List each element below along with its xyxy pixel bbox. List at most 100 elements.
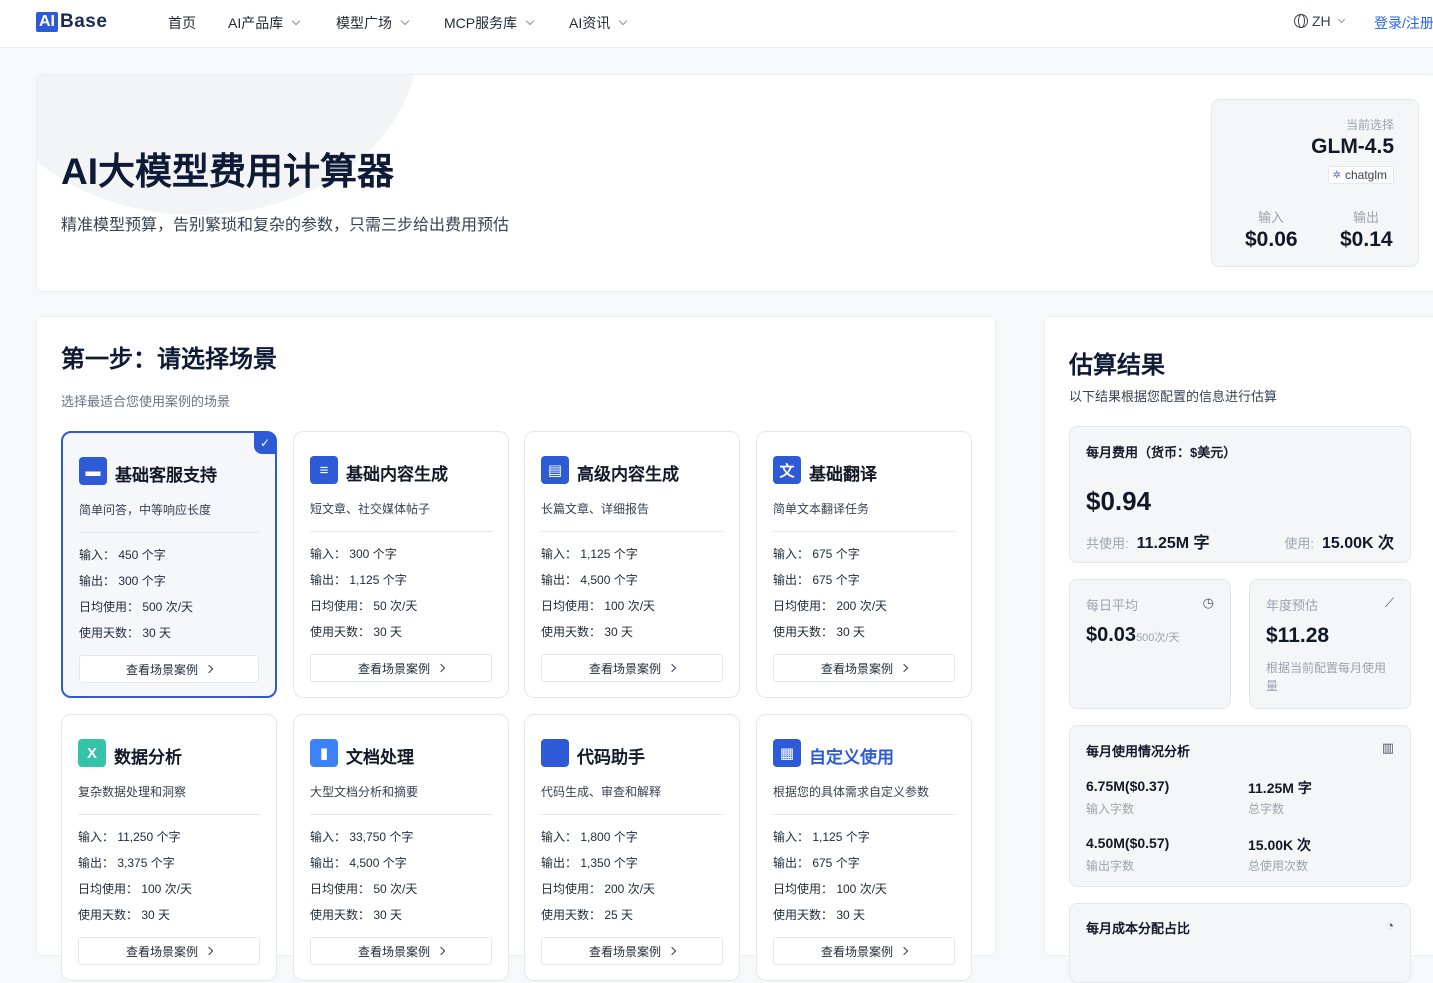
chevron-down-icon	[400, 16, 410, 26]
language-selector[interactable]: ZH	[1294, 13, 1345, 29]
scenario-days: 使用天数： 30 天	[78, 908, 171, 922]
scenario-title: 数据分析	[114, 748, 182, 767]
globe-icon	[1294, 14, 1308, 28]
output-price: $0.14	[1340, 228, 1393, 251]
chevron-right-icon	[436, 946, 446, 956]
scenario-input: 输入： 1,800 个字	[541, 830, 638, 844]
yearly-estimate-value: $11.28	[1266, 624, 1330, 647]
nav-label: 首页	[168, 15, 196, 31]
scenario-days: 使用天数： 25 天	[541, 908, 634, 922]
nav-item-ai-products[interactable]: AI产品库	[228, 13, 301, 33]
scenario-daily-usage: 日均使用： 500 次/天	[79, 600, 194, 614]
page-subtitle: 精准模型预算，告别繁琐和复杂的参数，只需三步给出费用预估	[61, 217, 510, 234]
scenario-output: 输出： 1,125 个字	[310, 573, 407, 587]
chat-icon: ▬	[79, 457, 107, 485]
view-scenario-button[interactable]: 查看场景案例	[310, 937, 492, 965]
view-scenario-label: 查看场景案例	[125, 944, 198, 959]
total-words: 共使用: 11.25M 字	[1086, 529, 1210, 553]
total-words-analysis-value: 11.25M 字	[1248, 780, 1312, 796]
output-words-label: 输出字数	[1086, 859, 1135, 873]
chevron-right-icon	[667, 946, 677, 956]
scenario-description: 长篇文章、详细报告	[541, 502, 650, 516]
total-words-value: 11.25M 字	[1136, 535, 1210, 552]
total-usage-value: 15.00K 次	[1321, 535, 1394, 552]
scenario-card[interactable]: ≡ 基础内容生成 短文章、社交媒体帖子 输入： 300 个字 输出： 1,125 个字日…	[293, 431, 509, 698]
daily-average-box: 每日平均 ◷ $0.03 500次/天	[1069, 579, 1231, 709]
view-scenario-button[interactable]: 查看场景案例	[541, 654, 723, 682]
page-title: AI大模型费用计算器	[61, 151, 394, 192]
view-scenario-button[interactable]: 查看场景案例	[78, 937, 260, 965]
scenario-output: 输出： 4,500 个字	[310, 856, 407, 870]
chevron-right-icon	[204, 664, 214, 674]
total-words-label: 共使用:	[1086, 536, 1129, 551]
provider-icon: ✲	[1332, 169, 1341, 181]
view-scenario-label: 查看场景案例	[820, 944, 893, 959]
scenario-card[interactable]: ▤ 高级内容生成 长篇文章、详细报告 输入： 1,125 个字 输出： 4,500 个字…	[524, 431, 740, 698]
scenario-description: 简单文本翻译任务	[773, 502, 870, 516]
scenario-card[interactable]: 文基础翻译 简单文本翻译任务 输入： 675 个字 输出： 675 个字 日均使用： 2…	[756, 431, 972, 698]
chevron-right-icon	[899, 663, 909, 673]
nav-item-news[interactable]: AI资讯	[569, 13, 628, 33]
total-usage-analysis-value: 15.00K 次	[1248, 837, 1312, 853]
view-scenario-button[interactable]: 查看场景案例	[79, 655, 259, 683]
cost-distribution-title: 每月成本分配占比	[1086, 921, 1191, 936]
scenario-output: 输出： 675 个字	[773, 573, 860, 587]
view-scenario-button[interactable]: 查看场景案例	[541, 937, 723, 965]
scenario-input: 输入： 33,750 个字	[310, 830, 414, 844]
clock-icon: ◷	[1202, 595, 1214, 610]
output-price-label: 输出	[1353, 210, 1380, 225]
excel-icon: X	[78, 739, 106, 767]
divider	[773, 814, 955, 815]
chevron-down-icon	[291, 16, 301, 26]
login-register-link[interactable]: 登录/注册	[1374, 13, 1433, 33]
yearly-estimate-label: 年度预估	[1266, 598, 1319, 613]
divider	[78, 814, 260, 815]
provider-tag: ✲ chatglm	[1327, 166, 1394, 184]
book-icon: ▮	[310, 739, 338, 767]
scenario-title: 自定义使用	[809, 748, 894, 767]
chevron-down-icon	[1337, 15, 1345, 23]
trend-chart-icon: ⟋	[1384, 595, 1394, 610]
chevron-down-icon	[618, 16, 628, 26]
check-icon: ✓	[254, 432, 276, 454]
view-scenario-button[interactable]: 查看场景案例	[310, 654, 492, 682]
nav-label: 模型广场	[336, 15, 392, 31]
input-words-label: 输入字数	[1086, 802, 1135, 816]
scenario-daily-usage: 日均使用： 50 次/天	[310, 599, 418, 613]
scenario-input: 输入： 1,125 个字	[773, 830, 870, 844]
document-star-icon: ▤	[541, 456, 569, 484]
divider	[541, 814, 723, 815]
nav-item-models[interactable]: 模型广场	[336, 13, 410, 33]
current-selection-card: 当前选择 GLM-4.5 ✲ chatglm 输入 $0.06 输出 $0.14	[1211, 99, 1419, 267]
view-scenario-label: 查看场景案例	[588, 661, 661, 676]
scenario-description: 代码生成、审查和解释	[541, 785, 662, 799]
text-lines-icon: ≡	[310, 456, 338, 484]
divider	[310, 814, 492, 815]
scenario-daily-usage: 日均使用： 200 次/天	[541, 882, 656, 896]
logo[interactable]: AI Base	[36, 11, 107, 33]
result-description: 以下结果根据您配置的信息进行估算	[1069, 389, 1278, 404]
view-scenario-label: 查看场景案例	[820, 661, 893, 676]
usage-analysis-box: 每月使用情况分析 ▥ 6.75M($0.37) 输入字数 11.25M 字 总字…	[1069, 725, 1411, 887]
total-usage: 使用: 15.00K 次	[1284, 529, 1394, 553]
input-price: $0.06	[1245, 228, 1298, 251]
scenario-description: 大型文档分析和摘要	[310, 785, 419, 799]
scenario-output: 输出： 4,500 个字	[541, 573, 638, 587]
scenario-card[interactable]: ✓ ▬ 基础客服支持 简单问答，中等响应长度 输入： 450 个字 输出： 300 个字日…	[61, 431, 277, 698]
divider	[541, 531, 723, 532]
pie-chart-icon: ◔	[1386, 918, 1394, 933]
chevron-right-icon	[436, 663, 446, 673]
scenario-title: 基础客服支持	[115, 466, 217, 485]
provider-name: chatglm	[1344, 168, 1387, 182]
view-scenario-button[interactable]: 查看场景案例	[773, 654, 955, 682]
total-usage-label: 使用:	[1284, 536, 1314, 551]
scenario-input: 输入： 300 个字	[310, 547, 397, 561]
total-words-analysis-label: 总字数	[1248, 802, 1285, 816]
step-description: 选择最适合您使用案例的场景	[61, 394, 231, 409]
scenario-output: 输出： 1,350 个字	[541, 856, 638, 870]
result-title: 估算结果	[1069, 352, 1165, 379]
scenario-title: 高级内容生成	[577, 465, 679, 484]
nav-item-home[interactable]: 首页	[168, 13, 196, 33]
nav-item-mcp[interactable]: MCP服务库	[444, 13, 535, 33]
view-scenario-button[interactable]: 查看场景案例	[773, 937, 955, 965]
